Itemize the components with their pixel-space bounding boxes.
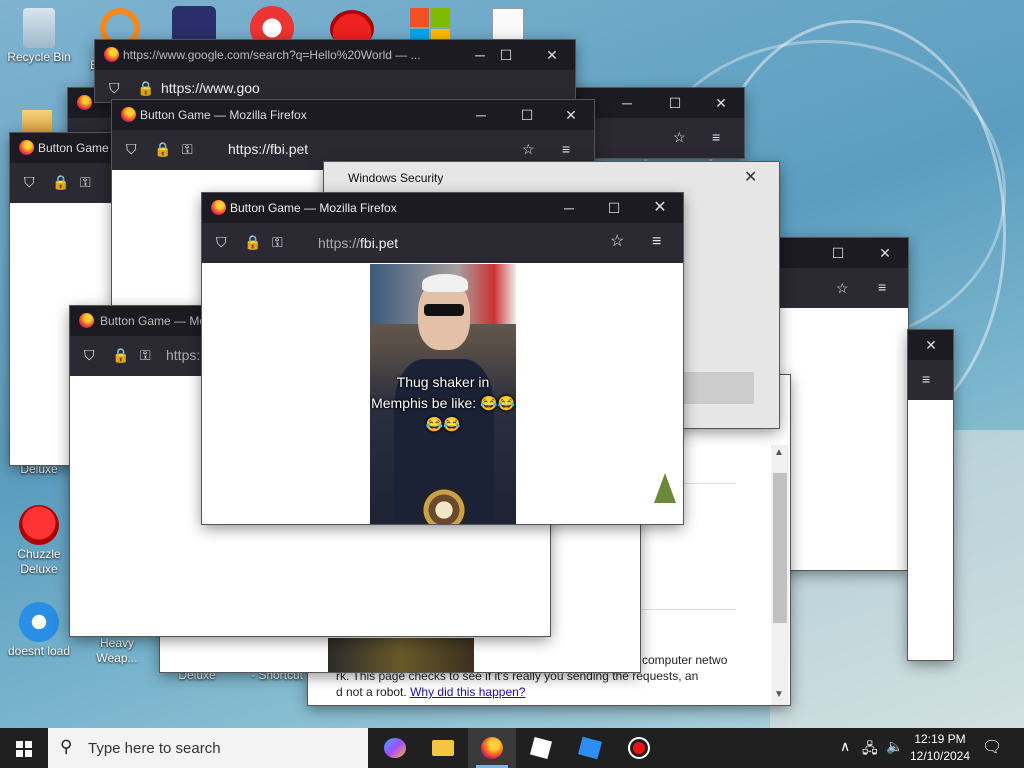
doesnt-load-icon[interactable]: doesnt load xyxy=(4,602,74,659)
bell-icon[interactable] xyxy=(654,473,676,503)
firefox-icon xyxy=(79,313,94,328)
close-icon[interactable]: ✕ xyxy=(637,193,683,223)
search-icon: ⚲ xyxy=(60,737,73,756)
maximize-icon[interactable]: ☐ xyxy=(591,193,637,223)
lock-icon[interactable]: 🔒 xyxy=(244,233,261,251)
clock-time: 12:19 PM xyxy=(914,732,966,746)
url-host: fbi.pet xyxy=(360,235,399,251)
maximize-icon[interactable]: ☐ xyxy=(483,40,529,70)
minimize-icon[interactable]: ─ xyxy=(458,100,504,130)
heavy-weapon-icon[interactable]: Heavy Weap... xyxy=(82,636,152,666)
menu-icon[interactable]: ≡ xyxy=(562,140,570,158)
close-icon[interactable]: ✕ xyxy=(908,330,953,360)
google-search-window[interactable]: https://www.google.com/search?q=Hello%20… xyxy=(95,40,575,102)
firefox-icon xyxy=(211,200,226,215)
close-icon[interactable]: ✕ xyxy=(862,238,908,268)
roblox-studio-icon[interactable] xyxy=(566,728,614,768)
maximize-icon[interactable]: ☐ xyxy=(815,238,861,268)
bookmark-star-icon[interactable]: ☆ xyxy=(836,279,849,297)
permissions-icon[interactable]: ⚿ xyxy=(272,233,283,251)
url-bar[interactable]: https://fbi.pet xyxy=(228,141,308,157)
browser-window-back[interactable]: ✕ ≡ xyxy=(908,330,953,660)
permissions-icon[interactable]: ⚿ xyxy=(80,173,91,191)
firefox-icon xyxy=(121,107,136,122)
close-icon[interactable]: ✕ xyxy=(744,167,757,187)
menu-icon[interactable]: ≡ xyxy=(712,128,720,146)
desktop-icon-label: Recycle Bin xyxy=(7,50,71,64)
chuzzle-deluxe-icon[interactable]: Chuzzle Deluxe xyxy=(4,505,74,577)
record-icon[interactable] xyxy=(615,728,663,768)
search-placeholder: Type here to search xyxy=(88,740,221,757)
url-bar[interactable]: https://fbi.pet xyxy=(318,235,398,251)
shield-icon[interactable]: ⛉ xyxy=(126,140,137,158)
lock-icon[interactable]: 🔒 xyxy=(112,346,129,364)
url-scheme: https:// xyxy=(318,235,361,251)
maximize-icon[interactable]: ☐ xyxy=(652,88,698,118)
shield-icon[interactable]: ⛉ xyxy=(109,79,120,97)
bookmark-star-icon[interactable]: ☆ xyxy=(522,140,535,158)
clock[interactable]: 12:19 PM 12/10/2024 xyxy=(908,731,972,765)
window-title: Button Game — Mo xyxy=(100,314,207,328)
main-browser-window[interactable]: Button Game — Mozilla Firefox ─ ☐ ✕ ⛉ 🔒 … xyxy=(202,193,683,524)
why-did-this-happen-link[interactable]: Why did this happen? xyxy=(410,685,525,699)
window-title: Button Game — Mozilla Firefox xyxy=(140,108,307,122)
firefox-icon xyxy=(77,95,92,110)
bookmark-star-icon[interactable]: ☆ xyxy=(673,128,686,146)
menu-icon[interactable]: ≡ xyxy=(878,278,886,296)
window-title: https://www.google.com/search?q=Hello%20… xyxy=(123,48,421,62)
maximize-icon[interactable]: ☐ xyxy=(504,100,550,130)
lock-icon[interactable]: 🔒 xyxy=(154,140,171,158)
desktop-icon-label: Chuzzle Deluxe xyxy=(17,547,61,576)
close-icon[interactable]: ✕ xyxy=(529,40,575,70)
meme-caption: Thug shaker in Memphis be like: 😂😂😂😂 xyxy=(371,374,515,432)
shield-icon[interactable]: ⛉ xyxy=(24,173,35,191)
browser-window-back[interactable]: ☐ ✕ ☆ ≡ xyxy=(780,238,908,570)
clock-date: 12/10/2024 xyxy=(909,749,971,763)
firefox-icon xyxy=(19,140,34,155)
robot-check-text: computer netwo xyxy=(642,653,728,667)
file-explorer-icon[interactable] xyxy=(419,728,467,768)
lock-icon[interactable]: 🔒 xyxy=(137,79,154,97)
desktop: Recycle Bin Deluxe Chuzzle Deluxe doesnt… xyxy=(0,0,1024,728)
close-icon[interactable]: ✕ xyxy=(698,88,744,118)
roblox-icon[interactable] xyxy=(517,728,565,768)
desktop-icon-label: doesnt load xyxy=(7,644,71,658)
volume-icon[interactable]: 🔈 xyxy=(886,738,903,755)
taskbar: ⚲ Type here to search ∧ 🖧 🔈 12:19 PM 12/… xyxy=(0,728,1024,768)
firefox-taskbar-icon[interactable] xyxy=(468,728,516,768)
recycle-bin-icon[interactable]: Recycle Bin xyxy=(4,8,74,65)
permissions-icon[interactable]: ⚿ xyxy=(182,140,193,158)
menu-icon[interactable]: ≡ xyxy=(922,370,930,388)
robot-check-text: d not a robot. xyxy=(336,685,407,699)
copilot-icon[interactable] xyxy=(370,728,418,768)
window-title: Button Game — Mozilla Firefox xyxy=(230,201,397,215)
start-button[interactable] xyxy=(0,728,48,768)
minimize-icon[interactable]: ─ xyxy=(604,88,650,118)
lock-icon[interactable]: 🔒 xyxy=(52,173,69,191)
search-box[interactable]: ⚲ Type here to search xyxy=(48,728,368,768)
close-icon[interactable]: ✕ xyxy=(548,100,594,130)
desktop-icon-label: Heavy Weap... xyxy=(96,636,138,665)
chevron-up-icon[interactable]: ∧ xyxy=(840,738,850,755)
shield-icon[interactable]: ⛉ xyxy=(84,346,95,364)
permissions-icon[interactable]: ⚿ xyxy=(140,346,151,364)
notifications-icon[interactable]: 🗨 xyxy=(982,737,1002,757)
url-bar[interactable]: https: xyxy=(166,347,200,363)
scrollbar[interactable]: ▲ ▼ xyxy=(771,445,789,705)
bookmark-star-icon[interactable]: ☆ xyxy=(610,233,624,251)
network-icon[interactable]: 🖧 xyxy=(862,738,878,762)
game-thumbnail xyxy=(328,638,474,672)
url-bar[interactable]: https://www.goo xyxy=(161,80,260,96)
dialog-title: Windows Security xyxy=(348,171,444,185)
menu-icon[interactable]: ≡ xyxy=(652,233,661,251)
shield-icon[interactable]: ⛉ xyxy=(216,233,227,251)
minimize-icon[interactable]: ─ xyxy=(546,193,592,223)
firefox-icon xyxy=(104,47,119,62)
meme-image: Thug shaker in Memphis be like: 😂😂😂😂 xyxy=(370,264,516,524)
